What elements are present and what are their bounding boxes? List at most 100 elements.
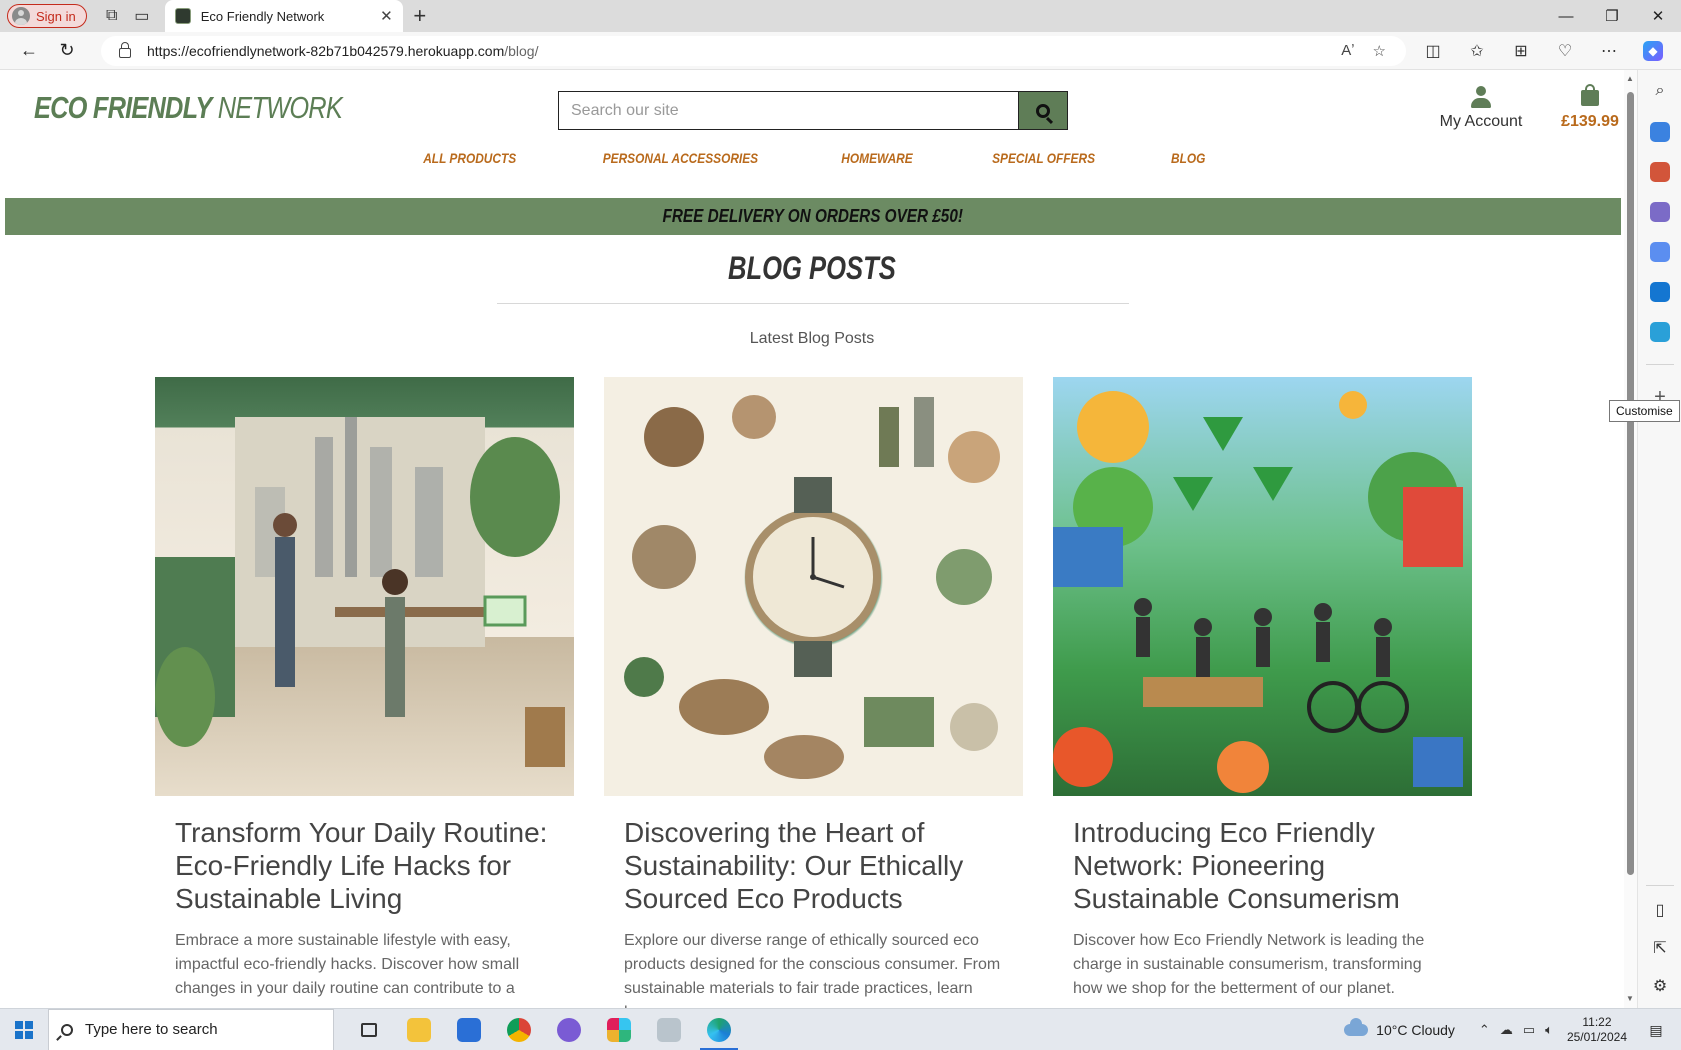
blog-excerpt: Explore our diverse range of ethically s… <box>624 932 1001 1008</box>
sidebar-drop-icon[interactable] <box>1650 322 1670 342</box>
url-host: https://ecofriendlynetwork-82b71b042579.… <box>147 43 505 59</box>
more-options-icon[interactable]: ⋯ <box>1587 41 1631 61</box>
search-input[interactable] <box>558 91 1018 130</box>
logo-text-bold: ECO FRIENDLY <box>34 90 212 125</box>
sidebar-search-icon[interactable]: ⌕ <box>1650 82 1670 100</box>
blog-card[interactable]: Introducing Eco Friendly Network: Pionee… <box>1053 377 1472 1001</box>
browser-tab-bar: Sign in ⧉ ▭ Eco Friendly Network ✕ + — ❐… <box>0 0 1681 32</box>
active-tab[interactable]: Eco Friendly Network ✕ <box>164 0 403 32</box>
taskbar-search-icon <box>61 1023 73 1036</box>
cloud-icon <box>1344 1018 1369 1036</box>
nav-all-products[interactable]: ALL PRODUCTS <box>396 150 543 166</box>
onedrive-icon[interactable]: ☁ <box>1500 1022 1513 1038</box>
browser-toolbar: ◫ ✩ ⊞ ♡ ⋯ ◆ <box>1411 32 1675 70</box>
read-aloud-icon[interactable]: Aʼ <box>1341 42 1354 60</box>
my-account-link[interactable]: My Account <box>1433 86 1529 131</box>
split-screen-icon[interactable]: ◫ <box>1411 41 1455 61</box>
site-favicon-icon <box>174 8 191 24</box>
collections-icon[interactable]: ⊞ <box>1499 41 1543 61</box>
chrome-icon[interactable] <box>494 1009 544 1050</box>
slack-icon[interactable] <box>594 1009 644 1050</box>
volume-icon[interactable]: 🔈︎ <box>1545 1022 1553 1038</box>
sidebar-divider <box>1646 364 1674 365</box>
signin-label: Sign in <box>36 8 76 24</box>
blog-image-community[interactable] <box>1053 377 1472 796</box>
favorites-icon[interactable]: ✩ <box>1455 41 1499 61</box>
app-icon[interactable] <box>544 1009 594 1050</box>
taskbar-search[interactable]: Type here to search <box>48 1008 334 1050</box>
nav-blog[interactable]: BLOG <box>1144 150 1233 166</box>
blog-title[interactable]: Transform Your Daily Routine: Eco-Friend… <box>175 816 554 915</box>
sidebar-outlook-icon[interactable] <box>1650 282 1670 302</box>
basket-link[interactable]: £139.99 <box>1540 84 1624 131</box>
sidebar-panel-icon[interactable]: ▯ <box>1650 900 1670 920</box>
app-icon[interactable] <box>644 1009 694 1050</box>
url-field[interactable]: https://ecofriendlynetwork-82b71b042579.… <box>101 36 1406 66</box>
taskbar-search-placeholder: Type here to search <box>85 1021 218 1038</box>
page-title-text: BLOG POSTS <box>728 250 896 286</box>
scroll-up-icon[interactable]: ▲ <box>1626 74 1634 83</box>
minimize-icon[interactable]: — <box>1543 0 1589 32</box>
sidebar-external-icon[interactable]: ⇱ <box>1650 938 1670 958</box>
sidebar-shopping-icon[interactable] <box>1650 122 1670 142</box>
weather-text: 10°C Cloudy <box>1376 1022 1455 1038</box>
basket-total: £139.99 <box>1561 113 1619 130</box>
sidebar-games-icon[interactable] <box>1650 202 1670 222</box>
refresh-icon[interactable]: ↻ <box>48 32 86 70</box>
window-controls: — ❐ ✕ <box>1543 0 1681 32</box>
edge-icon[interactable] <box>694 1009 744 1050</box>
windows-start-icon[interactable] <box>0 1009 48 1050</box>
customise-tooltip: Customise <box>1609 400 1680 422</box>
browser-essentials-icon[interactable]: ♡ <box>1543 41 1587 61</box>
restore-icon[interactable]: ❐ <box>1589 0 1635 32</box>
nav-homeware[interactable]: HOMEWARE <box>814 150 940 166</box>
sidebar-tools-icon[interactable] <box>1650 162 1670 182</box>
task-view-icon[interactable] <box>344 1009 394 1050</box>
scroll-down-icon[interactable]: ▼ <box>1626 994 1634 1003</box>
lock-icon[interactable] <box>119 42 131 58</box>
tab-title: Eco Friendly Network <box>200 8 325 24</box>
page-scrollbar[interactable]: ▲ ▼ <box>1624 70 1637 1008</box>
favorite-star-icon[interactable]: ☆ <box>1373 42 1386 60</box>
profile-avatar-icon <box>12 7 30 25</box>
copilot-icon[interactable]: ◆ <box>1643 41 1663 61</box>
blog-card[interactable]: Transform Your Daily Routine: Eco-Friend… <box>155 377 574 1001</box>
blog-card[interactable]: Discovering the Heart of Sustainability:… <box>604 377 1023 1008</box>
profile-signin-button[interactable]: Sign in <box>7 4 87 28</box>
blog-title[interactable]: Introducing Eco Friendly Network: Pionee… <box>1073 816 1452 915</box>
nav-personal-accessories[interactable]: PERSONAL ACCESSORIES <box>575 150 785 166</box>
system-tray: 10°C Cloudy ⌃ ☁ ▭ 🔈︎ 11:22 25/01/2024 ▤ <box>1344 1009 1681 1050</box>
user-icon <box>1471 86 1491 108</box>
blog-image-products[interactable] <box>604 377 1023 796</box>
scrollbar-thumb[interactable] <box>1627 92 1634 875</box>
chevron-up-icon[interactable]: ⌃ <box>1479 1022 1490 1038</box>
mail-icon[interactable] <box>444 1009 494 1050</box>
blog-title[interactable]: Discovering the Heart of Sustainability:… <box>624 816 1003 915</box>
notifications-icon[interactable]: ▤ <box>1641 1022 1671 1039</box>
windows-taskbar: Type here to search 10°C Cloudy ⌃ ☁ ▭ 🔈︎… <box>0 1008 1681 1050</box>
sidebar-microsoft365-icon[interactable] <box>1650 242 1670 262</box>
blog-excerpt: Embrace a more sustainable lifestyle wit… <box>175 932 520 997</box>
tab-actions-icon[interactable]: ▭ <box>127 1 157 31</box>
blog-image-kitchen[interactable] <box>155 377 574 796</box>
weather-widget[interactable]: 10°C Cloudy <box>1344 1018 1455 1038</box>
close-window-icon[interactable]: ✕ <box>1635 0 1681 32</box>
new-tab-button[interactable]: + <box>405 3 435 29</box>
network-icon[interactable]: ▭ <box>1523 1022 1535 1038</box>
nav-special-offers[interactable]: SPECIAL OFFERS <box>965 150 1122 166</box>
file-explorer-icon[interactable] <box>394 1009 444 1050</box>
sidebar-settings-icon[interactable]: ⚙ <box>1650 976 1670 996</box>
blog-excerpt: Discover how Eco Friendly Network is lea… <box>1073 932 1425 997</box>
site-search <box>558 91 1068 130</box>
site-logo[interactable]: ECO FRIENDLY NETWORK <box>34 90 343 126</box>
page-title: BLOG POSTS <box>0 250 1624 287</box>
close-tab-icon[interactable]: ✕ <box>380 7 393 25</box>
workspaces-icon[interactable]: ⧉ <box>97 1 127 31</box>
clock-date: 25/01/2024 <box>1566 1030 1627 1044</box>
taskbar-clock[interactable]: 11:22 25/01/2024 <box>1567 1015 1627 1045</box>
back-icon[interactable]: ← <box>10 32 48 70</box>
account-label: My Account <box>1439 113 1523 130</box>
tray-icons: ⌃ ☁ ▭ 🔈︎ <box>1479 1022 1553 1038</box>
shopping-bag-icon <box>1581 84 1599 106</box>
search-button[interactable] <box>1018 91 1068 130</box>
